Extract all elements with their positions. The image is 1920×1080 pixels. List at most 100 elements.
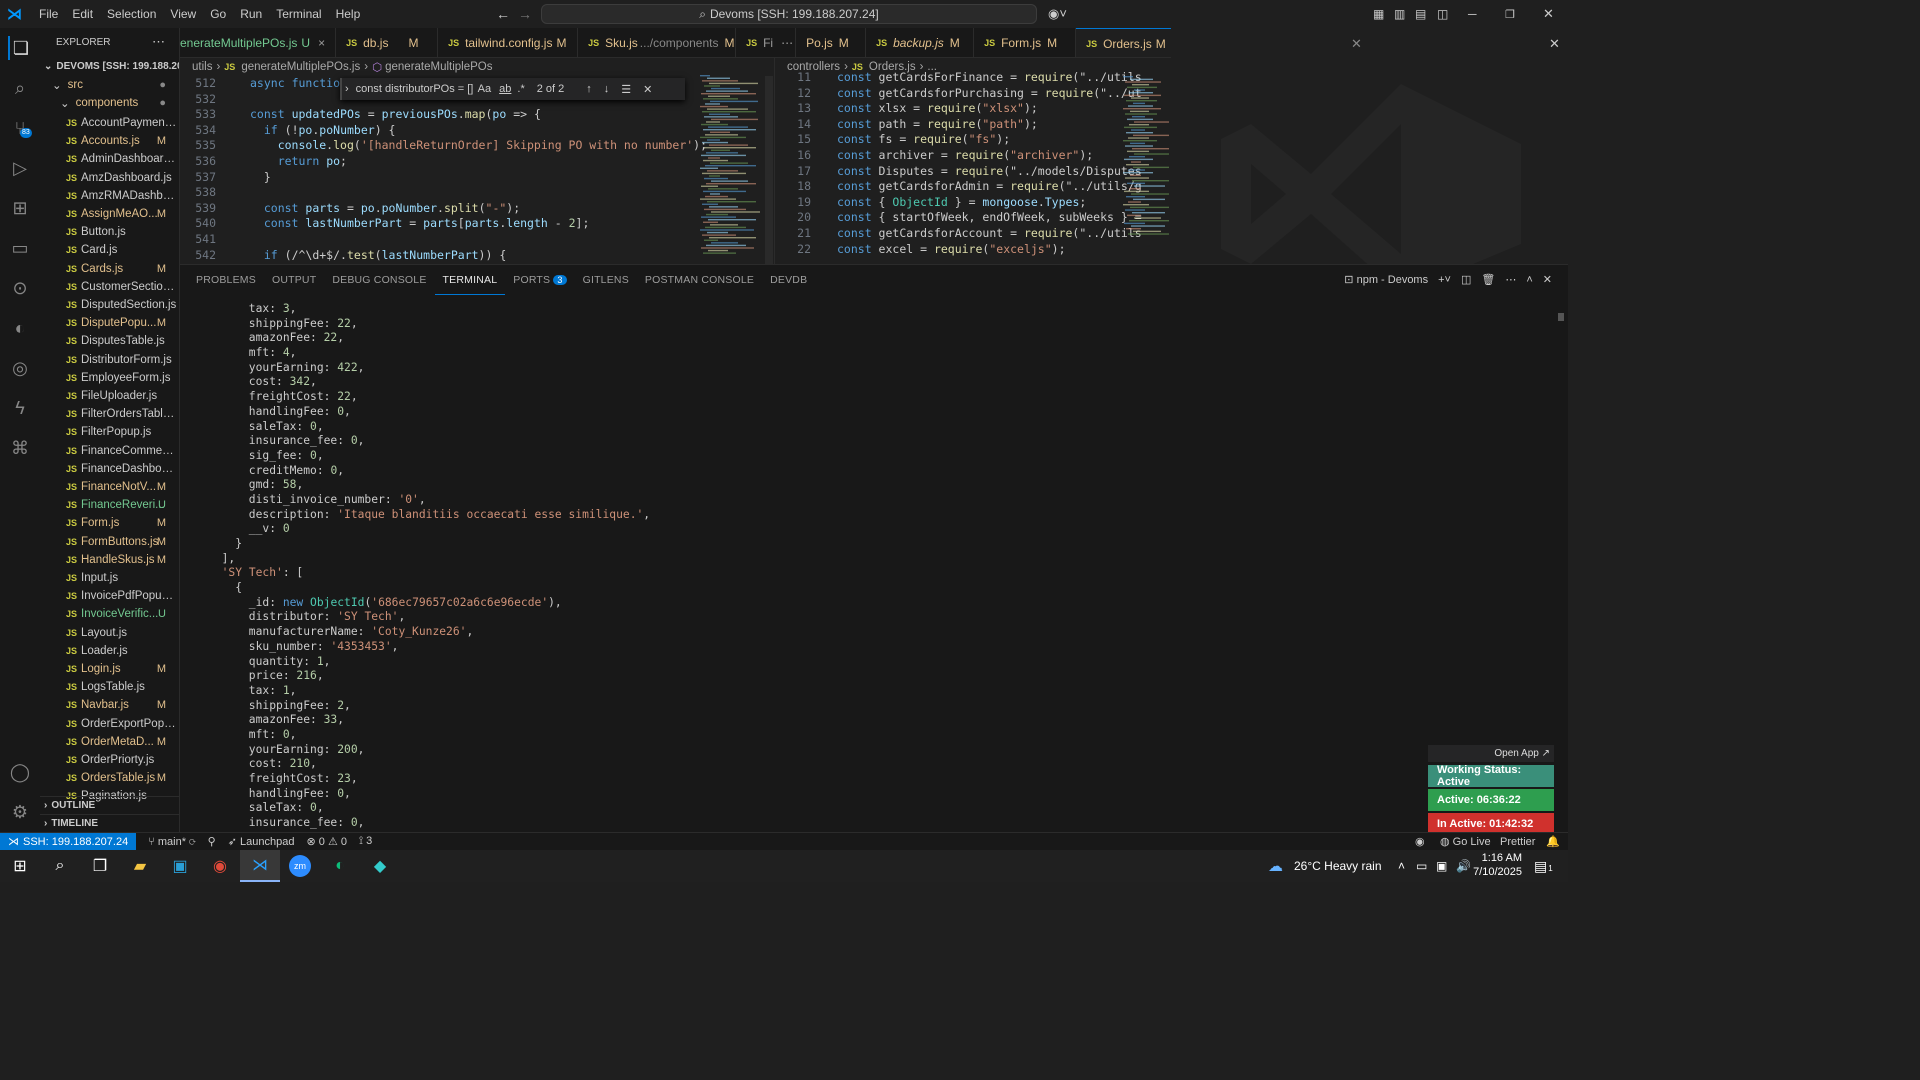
find-input[interactable]: const distributorPOs = [];	[356, 83, 474, 95]
ports-indicator[interactable]: ⟟ 3	[359, 835, 372, 848]
file-item[interactable]: JS Layout.js	[40, 624, 179, 642]
file-item[interactable]: JS Loader.js	[40, 642, 179, 660]
copilot-icon[interactable]: ◉˅	[1048, 6, 1067, 22]
tab-sku[interactable]: JS Sku.js .../components M	[578, 28, 737, 57]
tab-postman-console[interactable]: POSTMAN CONSOLE	[637, 265, 762, 295]
file-item[interactable]: JS EmployeeForm.js	[40, 369, 179, 387]
toggle-sidebar-icon[interactable]: ▥	[1394, 7, 1405, 21]
git-graph-icon[interactable]: ⚲	[208, 835, 216, 848]
file-item[interactable]: JS InvoiceVerific... U	[40, 605, 179, 623]
gear-icon[interactable]: ⚙	[8, 800, 32, 824]
thunder-icon[interactable]: ϟ	[8, 396, 32, 420]
python-icon[interactable]: ⌘	[8, 436, 32, 460]
file-item[interactable]: JS AccountPaymentP...	[40, 114, 179, 132]
file-item[interactable]: JS FormButtons.js M	[40, 533, 179, 551]
file-item[interactable]: JS InvoicePdfPopup.js	[40, 587, 179, 605]
tray-app-icon[interactable]: ▭	[1416, 859, 1427, 873]
account-icon[interactable]: ◯	[8, 760, 32, 784]
minimap[interactable]	[700, 75, 760, 255]
breadcrumb-item[interactable]: generateMultiplePOs	[385, 61, 492, 73]
search-icon[interactable]: ⌕	[40, 850, 80, 882]
code-line[interactable]: 539 const parts = po.poNumber.split("-")…	[180, 201, 520, 217]
more-tabs-icon[interactable]: ⋯	[781, 36, 793, 50]
tab-devdb[interactable]: DEVDB	[762, 265, 815, 295]
file-item[interactable]: JS AdminDashboard.js	[40, 150, 179, 168]
tab-terminal[interactable]: TERMINAL	[434, 265, 506, 295]
file-item[interactable]: JSOrderExportPopup.js	[40, 715, 179, 733]
command-center[interactable]: ⌕ Devoms [SSH: 199.188.207.24]	[541, 4, 1037, 24]
match-word-toggle[interactable]: ab	[499, 83, 511, 95]
weather-text[interactable]: 26°C Heavy rain	[1294, 859, 1382, 873]
breadcrumb-item[interactable]: utils	[192, 61, 212, 73]
code-line[interactable]: 19 const { ObjectId } = mongoose.Types;	[775, 195, 1086, 211]
code-line[interactable]: 16 const archiver = require("archiver");	[775, 148, 1093, 164]
workspace-root[interactable]: ⌄ DEVOMS [SSH: 199.188.20...	[40, 57, 179, 75]
layout-customize-icon[interactable]: ▦	[1373, 7, 1384, 21]
file-item[interactable]: JS DisputePopu... M	[40, 314, 179, 332]
file-item[interactable]: JS DistributorForm.js	[40, 351, 179, 369]
tab-tailwind-config[interactable]: JS tailwind.config.js M	[438, 28, 579, 57]
menu-help[interactable]: Help	[329, 7, 368, 21]
file-item[interactable]: JS FilterOrdersTable.js	[40, 405, 179, 423]
code-line[interactable]: 536 return po;	[180, 154, 347, 170]
code-line[interactable]: 17 const Disputes = require("../models/Di…	[775, 164, 1142, 180]
tab-fi[interactable]: JS Fi ⋯	[736, 28, 797, 57]
task-view-icon[interactable]: ❐	[80, 850, 120, 882]
code-line[interactable]: 535 console.log('[handleReturnOrder] Ski…	[180, 138, 707, 154]
code-line[interactable]: 18 const getCardsforAdmin = require("../u…	[775, 179, 1142, 195]
menu-terminal[interactable]: Terminal	[269, 7, 328, 21]
file-item[interactable]: JS OrdersTable.js M	[40, 769, 179, 787]
file-item[interactable]: JS Navbar.js M	[40, 696, 179, 714]
branch-indicator[interactable]: ⑂ main* ⟳	[148, 836, 195, 848]
file-item[interactable]: JS CustomerSection.js	[40, 278, 179, 296]
open-app-button[interactable]: Open App ↗	[1428, 745, 1554, 762]
close-icon[interactable]: ✕	[1549, 36, 1560, 52]
split-terminal-icon[interactable]: ◫	[1461, 273, 1471, 286]
find-in-selection-icon[interactable]: ☰	[621, 83, 631, 96]
weather-icon[interactable]: ☁	[1268, 857, 1283, 875]
explorer-icon[interactable]: ❏	[8, 36, 32, 60]
tab-backup[interactable]: JS backup.js M	[866, 28, 975, 57]
new-terminal-icon[interactable]: +˅	[1438, 274, 1451, 286]
code-line[interactable]: 11 const getCardsForFinance = require("..…	[775, 70, 1142, 86]
bell-icon[interactable]: 🔔	[1546, 835, 1560, 848]
breadcrumb-item[interactable]: generateMultiplePOs.js	[241, 61, 360, 73]
launchpad-item[interactable]: ➶ Launchpad	[228, 835, 295, 848]
chrome-icon[interactable]: ◉	[200, 850, 240, 882]
file-item[interactable]: JS FileUploader.js	[40, 387, 179, 405]
arrow-down-icon[interactable]: ↓	[604, 83, 610, 95]
file-explorer-icon[interactable]: ▰	[120, 850, 160, 882]
close-icon[interactable]: ×	[318, 36, 325, 50]
menu-go[interactable]: Go	[203, 7, 233, 21]
file-item[interactable]: JS AmzDashboard.js	[40, 169, 179, 187]
zoom-icon[interactable]: zm	[280, 850, 320, 882]
timeline-section[interactable]: › TIMELINE	[40, 814, 179, 832]
network-icon[interactable]: ▣	[1436, 859, 1447, 873]
maximize-panel-icon[interactable]: ˄	[1526, 274, 1532, 286]
menu-view[interactable]: View	[163, 7, 203, 21]
terminal-scrollbar[interactable]	[1558, 313, 1564, 321]
file-item[interactable]: JSFinanceComments.js	[40, 442, 179, 460]
folder-components[interactable]: ⌄ components ●	[40, 94, 179, 112]
code-line[interactable]: 13 const xlsx = require("xlsx");	[775, 101, 1038, 117]
clock-time[interactable]: 1:16 AM	[1480, 852, 1522, 864]
code-line[interactable]: 12 const getCardsforPurchasing = require(…	[775, 86, 1142, 102]
file-item[interactable]: JS Input.js	[40, 569, 179, 587]
trash-icon[interactable]: 🗑	[1481, 273, 1495, 286]
file-item[interactable]: JS DisputesTable.js	[40, 332, 179, 350]
remote-indicator[interactable]: ⋊ SSH: 199.188.207.24	[0, 832, 137, 851]
go-live-button[interactable]: ◍ Go Live	[1440, 835, 1491, 848]
store-icon[interactable]: ▣	[160, 850, 200, 882]
extensions-icon[interactable]: ⊞	[8, 196, 32, 220]
notification-icon[interactable]: ▤1	[1534, 858, 1553, 875]
code-line[interactable]: 15 const fs = require("fs");	[775, 132, 1010, 148]
code-line[interactable]: 512async function h	[180, 76, 361, 92]
code-line[interactable]: 21 const getCardsforAccount = require("..…	[775, 226, 1142, 242]
windows-start-icon[interactable]: ⊞	[0, 850, 40, 882]
tab-db[interactable]: JS db.js M	[336, 28, 439, 57]
copilot-status-icon[interactable]: ◉	[1415, 835, 1425, 848]
back-arrow-icon[interactable]: ←	[496, 6, 510, 22]
app-icon[interactable]: ◐	[320, 850, 360, 882]
code-line[interactable]: 541	[180, 232, 250, 248]
editor-scrollbar[interactable]	[765, 76, 773, 264]
